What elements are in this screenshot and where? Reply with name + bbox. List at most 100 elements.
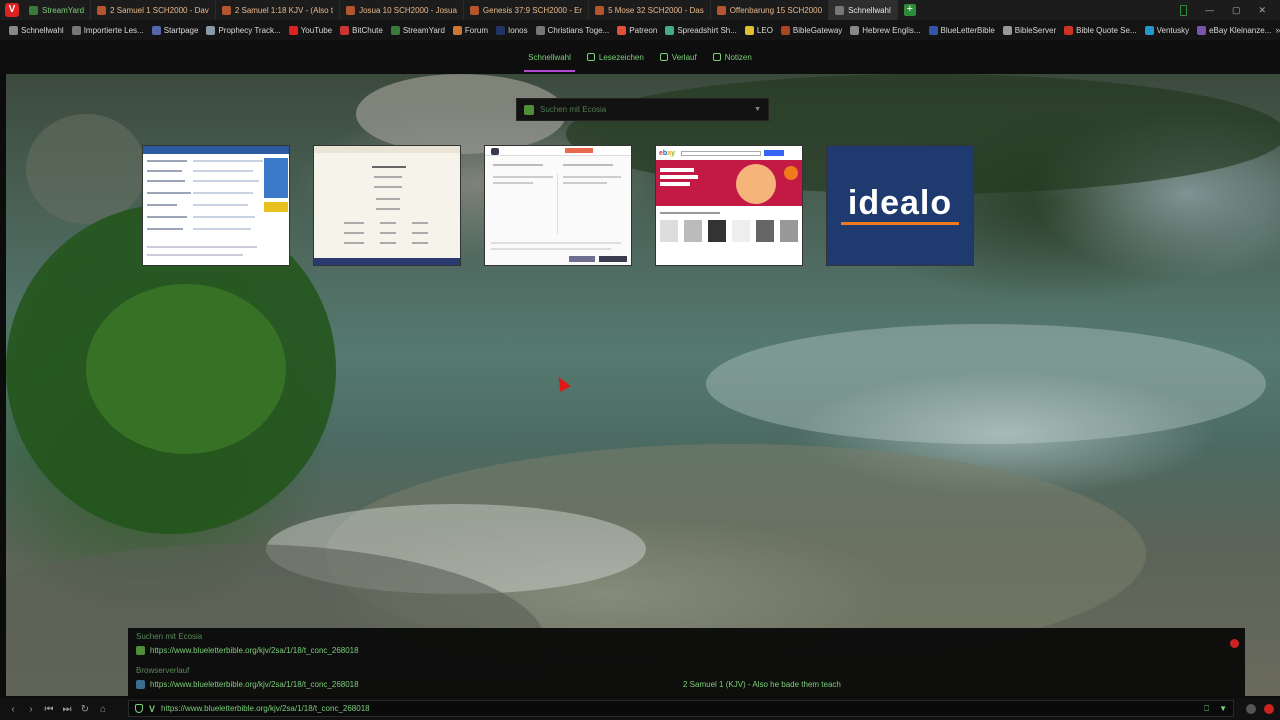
bookmark-item[interactable]: Spreadshirt Sh...	[661, 25, 741, 35]
bookmark-label: YouTube	[300, 25, 333, 35]
reload-icon[interactable]: ↻	[76, 704, 94, 715]
bookmark-favicon-icon	[665, 25, 675, 35]
bookmark-favicon-icon	[9, 25, 18, 35]
vivaldi-logo-icon[interactable]: V	[5, 3, 19, 17]
tab-favicon-icon	[469, 5, 479, 15]
bookmarks-overflow-button[interactable]: »	[1275, 25, 1280, 35]
maximize-icon[interactable]: ▢	[1232, 5, 1241, 16]
browser-tab[interactable]: Genesis 37:9 SCH2000 - Er	[464, 0, 590, 20]
start-tab-icon	[586, 53, 595, 61]
bookmark-item[interactable]: eBay Kleinanze...	[1193, 25, 1275, 35]
forward-icon[interactable]: ›	[22, 704, 40, 715]
bookmark-item[interactable]: Ventusky	[1141, 25, 1193, 35]
bookmark-item[interactable]: Patreon	[613, 25, 661, 35]
bookmark-label: BitChute	[352, 25, 383, 35]
bookmark-item[interactable]: Importierte Les...	[68, 25, 148, 35]
browser-tab[interactable]: 2 Samuel 1:18 KJV - (Also t	[216, 0, 341, 20]
home-icon[interactable]: ⌂	[94, 704, 112, 715]
bookmark-item[interactable]: Prophecy Track...	[202, 25, 284, 35]
bookmark-item[interactable]: Bible Quote Se...	[1060, 25, 1140, 35]
history-suggestion[interactable]: https://www.blueletterbible.org/kjv/2sa/…	[136, 680, 359, 689]
search-input[interactable]	[540, 105, 749, 114]
start-tab-verlauf[interactable]: Verlauf	[654, 40, 703, 74]
tab-label: StreamYard	[42, 5, 85, 15]
bookmark-item[interactable]: YouTube	[285, 25, 336, 35]
tab-favicon-icon	[716, 5, 726, 15]
address-bar-extensions	[1246, 704, 1274, 714]
bookmark-favicon-icon	[928, 25, 938, 35]
bookmark-item[interactable]: Ionos	[492, 25, 532, 35]
tab-label: 5 Mose 32 SCH2000 - Das	[608, 5, 704, 15]
tab-favicon-icon	[835, 5, 845, 15]
bookmark-favicon-icon	[744, 25, 754, 35]
bookmark-item[interactable]: LEO	[741, 25, 777, 35]
bookmark-label: Christians Toge...	[547, 25, 610, 35]
history-section-label: Browserverlauf	[136, 666, 190, 675]
speed-dial-ebay[interactable]: ebay	[655, 145, 803, 266]
bookmark-item[interactable]: Hebrew Englis...	[846, 25, 924, 35]
window-controls: — ▢ ✕	[1179, 4, 1280, 16]
speed-dial-proton[interactable]	[484, 145, 632, 266]
bookmark-item[interactable]: BibleServer	[999, 25, 1060, 35]
bookmark-item[interactable]: BibleGateway	[777, 25, 846, 35]
fast-forward-icon[interactable]: ⏭	[58, 704, 76, 715]
bookmark-favicon-icon	[780, 25, 790, 35]
back-icon[interactable]: ‹	[4, 704, 22, 715]
bookmark-item[interactable]: Forum	[449, 25, 492, 35]
browser-tab[interactable]: StreamYard	[23, 0, 92, 20]
search-engine-dropdown-icon[interactable]: ▼	[754, 106, 761, 113]
bookmark-item[interactable]: BitChute	[336, 25, 387, 35]
tab-label: 2 Samuel 1:18 KJV - (Also t	[234, 5, 334, 15]
adblock-icon[interactable]	[1264, 704, 1274, 714]
bookmark-label: StreamYard	[402, 25, 445, 35]
start-tab-schnellwahl[interactable]: Schnellwahl	[522, 40, 577, 74]
browser-tab[interactable]: 2 Samuel 1 SCH2000 - Dav	[91, 0, 216, 20]
browser-tab[interactable]: Schnellwahl	[829, 0, 898, 20]
bookmark-bar: Schnellwahl Importierte Les... Startpage Pr…	[0, 20, 1280, 40]
bookmark-label: Hebrew Englis...	[862, 25, 921, 35]
history-suggestion-title: 2 Samuel 1 (KJV) - Also he bade them tea…	[683, 680, 841, 689]
phone-icon[interactable]	[1179, 4, 1187, 16]
shield-icon[interactable]	[135, 704, 143, 713]
search-suggestion[interactable]: https://www.blueletterbible.org/kjv/2sa/…	[136, 646, 359, 655]
bookmark-icon[interactable]: ⎕	[1204, 704, 1209, 714]
bookmark-label: eBay Kleinanze...	[1209, 25, 1272, 35]
bookmark-item[interactable]: Startpage	[148, 25, 203, 35]
start-tab-notizen[interactable]: Notizen	[707, 40, 758, 74]
url-input[interactable]	[161, 704, 1233, 713]
remove-suggestion-icon[interactable]	[1230, 639, 1239, 648]
bookmark-favicon-icon	[1197, 25, 1207, 35]
start-tab-label: Lesezeichen	[598, 52, 644, 62]
bookmark-items: Schnellwahl Importierte Les... Startpage Pr…	[5, 25, 1275, 35]
history-suggestion-url: https://www.blueletterbible.org/kjv/2sa/…	[150, 680, 359, 689]
tab-label: 2 Samuel 1 SCH2000 - Dav	[110, 5, 209, 15]
start-page-nav: Schnellwahl Lesezeichen Verlauf Notizen	[0, 40, 1280, 74]
bookmark-label: Startpage	[163, 25, 199, 35]
tab-favicon-icon	[97, 5, 107, 15]
extension-icon[interactable]	[1246, 704, 1256, 714]
bookmark-favicon-icon	[340, 25, 350, 35]
idealo-logo-underline	[841, 222, 959, 225]
new-tab-button[interactable]: +	[903, 4, 916, 16]
speed-dial-idealo[interactable]: idealo	[826, 145, 974, 266]
url-field[interactable]: V ⎕ ▼	[128, 700, 1234, 717]
bookmark-favicon-icon	[1144, 25, 1154, 35]
browser-tab[interactable]: Offenbarung 15 SCH2000	[711, 0, 830, 20]
bookmark-item[interactable]: Schnellwahl	[5, 25, 68, 35]
bookmark-item[interactable]: BlueLetterBible	[925, 25, 999, 35]
bookmark-item[interactable]: Christians Toge...	[532, 25, 614, 35]
browser-tab[interactable]: 5 Mose 32 SCH2000 - Das	[589, 0, 711, 20]
minimize-icon[interactable]: —	[1205, 5, 1214, 15]
tab-label: Genesis 37:9 SCH2000 - Er	[482, 5, 583, 15]
tab-favicon-icon	[29, 5, 38, 15]
start-tab-lesezeichen[interactable]: Lesezeichen	[581, 40, 650, 74]
rewind-icon[interactable]: ⏮	[40, 704, 58, 715]
close-icon[interactable]: ✕	[1258, 5, 1266, 16]
bookmark-item[interactable]: StreamYard	[387, 25, 449, 35]
speed-dial-blueletterbible[interactable]	[142, 145, 290, 266]
speed-dial-schweizer-bibel[interactable]	[313, 145, 461, 266]
bookmark-label: Prophecy Track...	[218, 25, 281, 35]
url-dropdown-icon[interactable]: ▼	[1219, 704, 1227, 713]
browser-tab[interactable]: Josua 10 SCH2000 - Josua	[340, 0, 464, 20]
search-box[interactable]: ▼	[516, 98, 769, 121]
